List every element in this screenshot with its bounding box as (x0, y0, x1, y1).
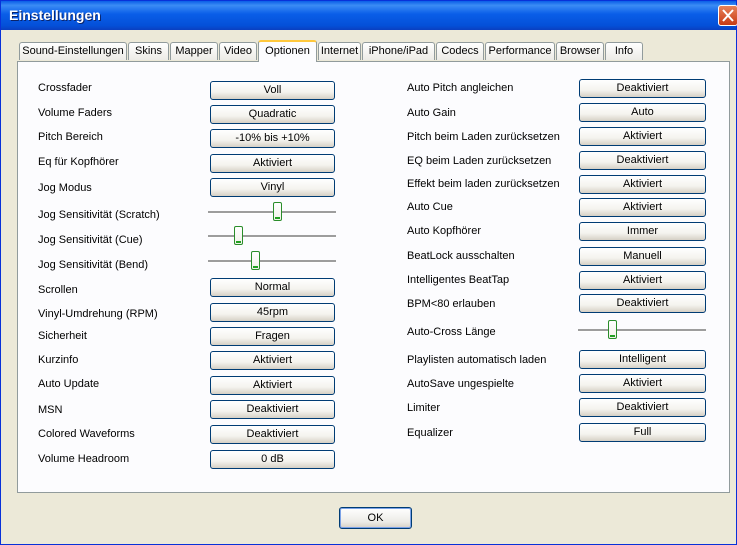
auto-cross-label: Auto-Cross Länge (407, 326, 496, 338)
dialog-body: Sound-Einstellungen Skins Mapper Video O… (5, 30, 732, 540)
scrollen-label: Scrollen (38, 284, 78, 296)
eq-reset-label: EQ beim Laden zurücksetzen (407, 155, 552, 167)
slider-track (208, 211, 336, 214)
volume-faders-label: Volume Faders (38, 107, 112, 119)
jog-cue-slider[interactable] (208, 226, 336, 248)
slider-thumb[interactable] (608, 320, 617, 339)
slider-thumb[interactable] (251, 251, 260, 270)
pitch-bereich-button[interactable]: -10% bis +10% (210, 129, 335, 148)
pitch-reset-label: Pitch beim Laden zurücksetzen (407, 131, 560, 143)
eq-kopfhoerer-button[interactable]: Aktiviert (210, 154, 335, 173)
crossfader-label: Crossfader (38, 82, 92, 94)
tab-sound-einstellungen[interactable]: Sound-Einstellungen (19, 42, 127, 60)
kurzinfo-button[interactable]: Aktiviert (210, 351, 335, 370)
playlisten-button[interactable]: Intelligent (579, 350, 706, 369)
bpm80-label: BPM<80 erlauben (407, 298, 496, 310)
eq-reset-button[interactable]: Deaktiviert (579, 151, 706, 170)
tab-skins[interactable]: Skins (128, 42, 169, 60)
auto-cross-slider[interactable] (578, 320, 706, 342)
jog-bend-slider[interactable] (208, 251, 336, 273)
jog-scratch-label: Jog Sensitivität (Scratch) (38, 209, 160, 221)
vinyl-rpm-button[interactable]: 45rpm (210, 303, 335, 322)
autosave-label: AutoSave ungespielte (407, 378, 515, 390)
auto-cue-button[interactable]: Aktiviert (579, 198, 706, 217)
pitch-reset-button[interactable]: Aktiviert (579, 127, 706, 146)
jog-modus-button[interactable]: Vinyl (210, 178, 335, 197)
sicherheit-button[interactable]: Fragen (210, 327, 335, 346)
tab-performance[interactable]: Performance (485, 42, 555, 60)
beattap-label: Intelligentes BeatTap (407, 274, 510, 286)
autosave-button[interactable]: Aktiviert (579, 374, 706, 393)
colored-waveforms-label: Colored Waveforms (38, 428, 135, 440)
colored-waveforms-button[interactable]: Deaktiviert (210, 425, 335, 444)
auto-gain-label: Auto Gain (407, 107, 456, 119)
jog-bend-label: Jog Sensitivität (Bend) (38, 259, 149, 271)
ok-button[interactable]: OK (339, 507, 412, 529)
auto-pitch-label: Auto Pitch angleichen (407, 82, 514, 94)
beatlock-label: BeatLock ausschalten (407, 250, 515, 262)
volume-faders-button[interactable]: Quadratic (210, 105, 335, 124)
auto-update-button[interactable]: Aktiviert (210, 376, 335, 395)
effekt-reset-button[interactable]: Aktiviert (579, 175, 706, 194)
auto-cue-label: Auto Cue (407, 201, 453, 213)
scrollen-button[interactable]: Normal (210, 278, 335, 297)
auto-update-label: Auto Update (38, 378, 100, 390)
slider-thumb[interactable] (273, 202, 282, 221)
slider-thumb[interactable] (234, 226, 243, 245)
tab-internet[interactable]: Internet (318, 42, 361, 60)
msn-label: MSN (38, 404, 63, 416)
kurzinfo-label: Kurzinfo (38, 354, 79, 366)
limiter-button[interactable]: Deaktiviert (579, 398, 706, 417)
auto-pitch-button[interactable]: Deaktiviert (579, 79, 706, 98)
optionen-panel: Crossfader Voll Volume Faders Quadratic … (17, 61, 730, 493)
slider-track (578, 329, 706, 332)
auto-kopfhoerer-label: Auto Kopfhörer (407, 225, 481, 237)
tab-browser[interactable]: Browser (556, 42, 604, 60)
equalizer-label: Equalizer (407, 427, 453, 439)
volume-headroom-label: Volume Headroom (38, 453, 130, 465)
auto-kopfhoerer-button[interactable]: Immer (579, 222, 706, 241)
title-bar[interactable]: Einstellungen (1, 1, 737, 30)
window-title: Einstellungen (9, 7, 101, 23)
close-icon (722, 9, 734, 22)
crossfader-button[interactable]: Voll (210, 81, 335, 100)
volume-headroom-button[interactable]: 0 dB (210, 450, 335, 469)
tab-mapper[interactable]: Mapper (170, 42, 218, 60)
tab-video[interactable]: Video (219, 42, 257, 60)
tab-iphone-ipad[interactable]: iPhone/iPad (362, 42, 435, 60)
tab-info[interactable]: Info (605, 42, 643, 60)
settings-window: Einstellungen Sound-Einstellungen Skins … (0, 0, 737, 545)
beatlock-button[interactable]: Manuell (579, 247, 706, 266)
tab-codecs[interactable]: Codecs (436, 42, 484, 60)
jog-cue-label: Jog Sensitivität (Cue) (38, 234, 143, 246)
bpm80-button[interactable]: Deaktiviert (579, 294, 706, 313)
close-button[interactable] (718, 5, 737, 26)
slider-track (208, 235, 336, 238)
slider-track (208, 260, 336, 263)
tab-optionen[interactable]: Optionen (258, 40, 317, 62)
msn-button[interactable]: Deaktiviert (210, 400, 335, 419)
jog-modus-label: Jog Modus (38, 182, 92, 194)
playlisten-label: Playlisten automatisch laden (407, 354, 547, 366)
vinyl-rpm-label: Vinyl-Umdrehung (RPM) (38, 308, 158, 320)
sicherheit-label: Sicherheit (38, 330, 87, 342)
beattap-button[interactable]: Aktiviert (579, 271, 706, 290)
equalizer-button[interactable]: Full (579, 423, 706, 442)
effekt-reset-label: Effekt beim laden zurücksetzen (407, 178, 560, 190)
pitch-bereich-label: Pitch Bereich (38, 131, 103, 143)
jog-scratch-slider[interactable] (208, 202, 336, 224)
eq-kopfhoerer-label: Eq für Kopfhörer (38, 156, 119, 168)
limiter-label: Limiter (407, 402, 441, 414)
auto-gain-button[interactable]: Auto (579, 103, 706, 122)
